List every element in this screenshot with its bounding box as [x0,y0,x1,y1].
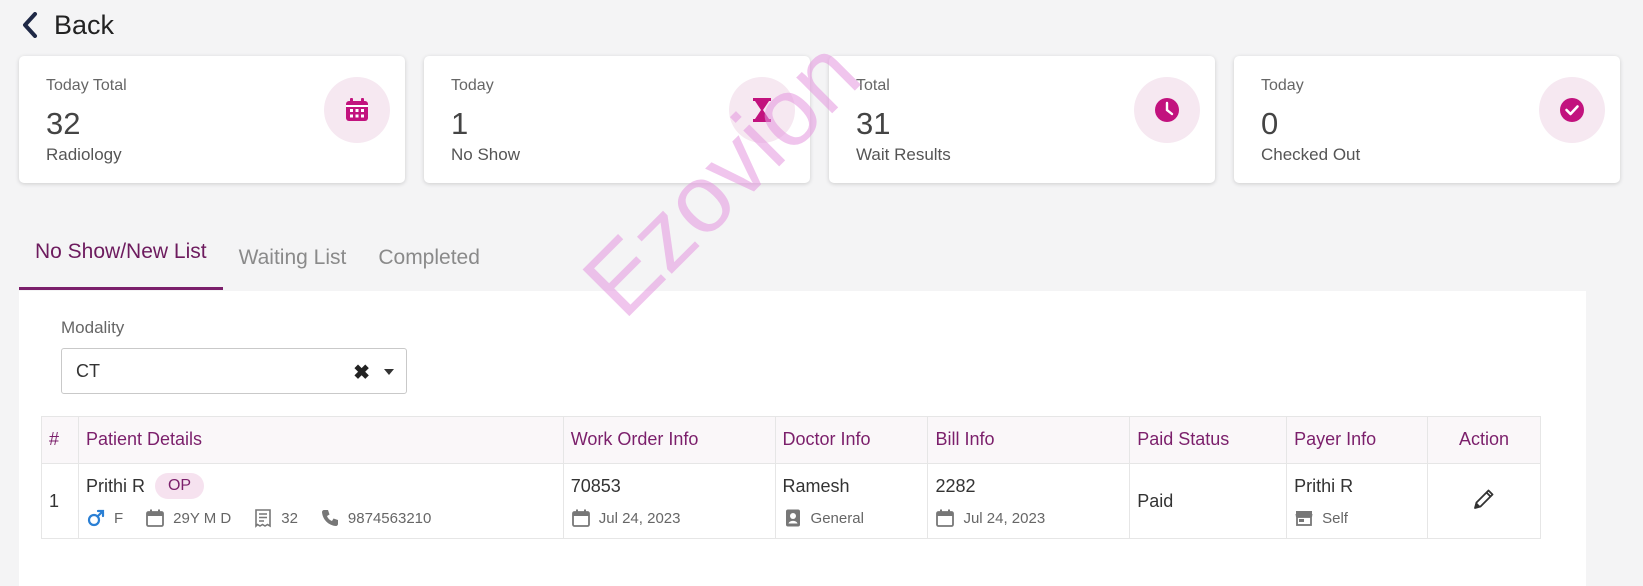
patient-record-no: 32 [281,509,298,527]
bill-cell: 2282 Jul 24, 2023 [927,463,1131,539]
bill-date: Jul 24, 2023 [963,509,1046,527]
modality-select[interactable]: CT ✖ [61,348,407,394]
doctor-cell: Ramesh General [774,463,929,539]
doctor-department: General [810,509,864,527]
patient-details-cell: Prithi R OP F 29Y M D 32 9874563210 [77,463,564,539]
list-panel: Modality CT ✖ # Patient Details Work Ord… [19,291,1586,586]
patient-gender: F [113,509,124,527]
edit-button[interactable] [1471,486,1497,517]
card-value: 32 [46,106,81,141]
receipt-icon [255,509,272,528]
card-subtitle: Today Total [46,77,127,94]
tab-completed[interactable]: Completed [362,232,496,290]
card-label: Wait Results [856,145,951,164]
patient-phone: 9874563210 [347,509,432,527]
payer-cell: Prithi R Self [1286,463,1428,539]
clock-icon [1134,77,1200,143]
calendar-icon [936,509,955,527]
card-subtitle: Today [451,77,494,94]
card-value: 31 [856,106,891,141]
card-subtitle: Total [856,77,890,94]
patient-table: # Patient Details Work Order Info Doctor… [41,416,1541,539]
card-wait-results: Total 31 Wait Results [829,56,1215,183]
row-number: 1 [41,463,79,539]
card-label: Checked Out [1261,145,1361,164]
list-tabs: No Show/New List Waiting List Completed [19,232,496,290]
tab-waiting-list[interactable]: Waiting List [223,232,363,290]
back-button[interactable]: Back [20,8,114,42]
patient-name: Prithi R [85,475,145,496]
patient-age: 29Y M D [173,509,232,527]
header-action: Action [1427,416,1541,464]
modality-selected-value: CT [76,360,100,381]
work-order-cell: 70853 Jul 24, 2023 [562,463,776,539]
work-order-number: 70853 [570,475,621,496]
doctor-name: Ramesh [782,475,850,496]
header-num: # [41,416,79,464]
paid-status: Paid [1129,463,1288,539]
card-radiology: Today Total 32 Radiology [19,56,405,183]
header-payer-info: Payer Info [1286,416,1428,464]
table-header-row: # Patient Details Work Order Info Doctor… [41,416,1541,464]
chevron-left-icon [23,12,37,38]
card-label: No Show [451,145,520,164]
phone-icon [321,510,338,526]
card-value: 1 [451,106,469,141]
card-label: Radiology [46,145,122,164]
payer-type: Self [1322,509,1348,527]
pencil-icon [1474,489,1494,509]
store-icon [1295,511,1313,526]
summary-cards: Today Total 32 Radiology Today 1 No Show… [19,56,1620,183]
card-checked-out: Today 0 Checked Out [1234,56,1620,183]
calendar-icon [324,77,390,143]
work-order-date: Jul 24, 2023 [598,509,681,527]
caret-down-icon[interactable] [384,369,394,375]
header-patient-details: Patient Details [77,416,564,464]
card-subtitle: Today [1261,77,1304,94]
header-work-order-info: Work Order Info [562,416,776,464]
tab-no-show-new-list[interactable]: No Show/New List [19,232,223,290]
hourglass-icon [729,77,795,143]
modality-label: Modality [61,318,125,337]
patient-type-badge: OP [154,473,205,499]
calendar-icon [146,509,165,527]
male-gender-icon [87,509,105,527]
back-label: Back [54,9,115,40]
card-no-show: Today 1 No Show [424,56,810,183]
payer-name: Prithi R [1294,475,1354,496]
action-cell [1427,463,1541,539]
table-row: 1 Prithi R OP F 29Y M D 32 9874563210 70… [41,463,1541,539]
bill-number: 2282 [935,475,976,496]
calendar-icon [571,509,590,527]
clear-icon[interactable]: ✖ [353,360,370,385]
card-value: 0 [1261,106,1279,141]
id-badge-icon [785,509,800,527]
header-bill-info: Bill Info [927,416,1131,464]
check-circle-icon [1539,77,1605,143]
header-paid-status: Paid Status [1129,416,1288,464]
header-doctor-info: Doctor Info [774,416,929,464]
